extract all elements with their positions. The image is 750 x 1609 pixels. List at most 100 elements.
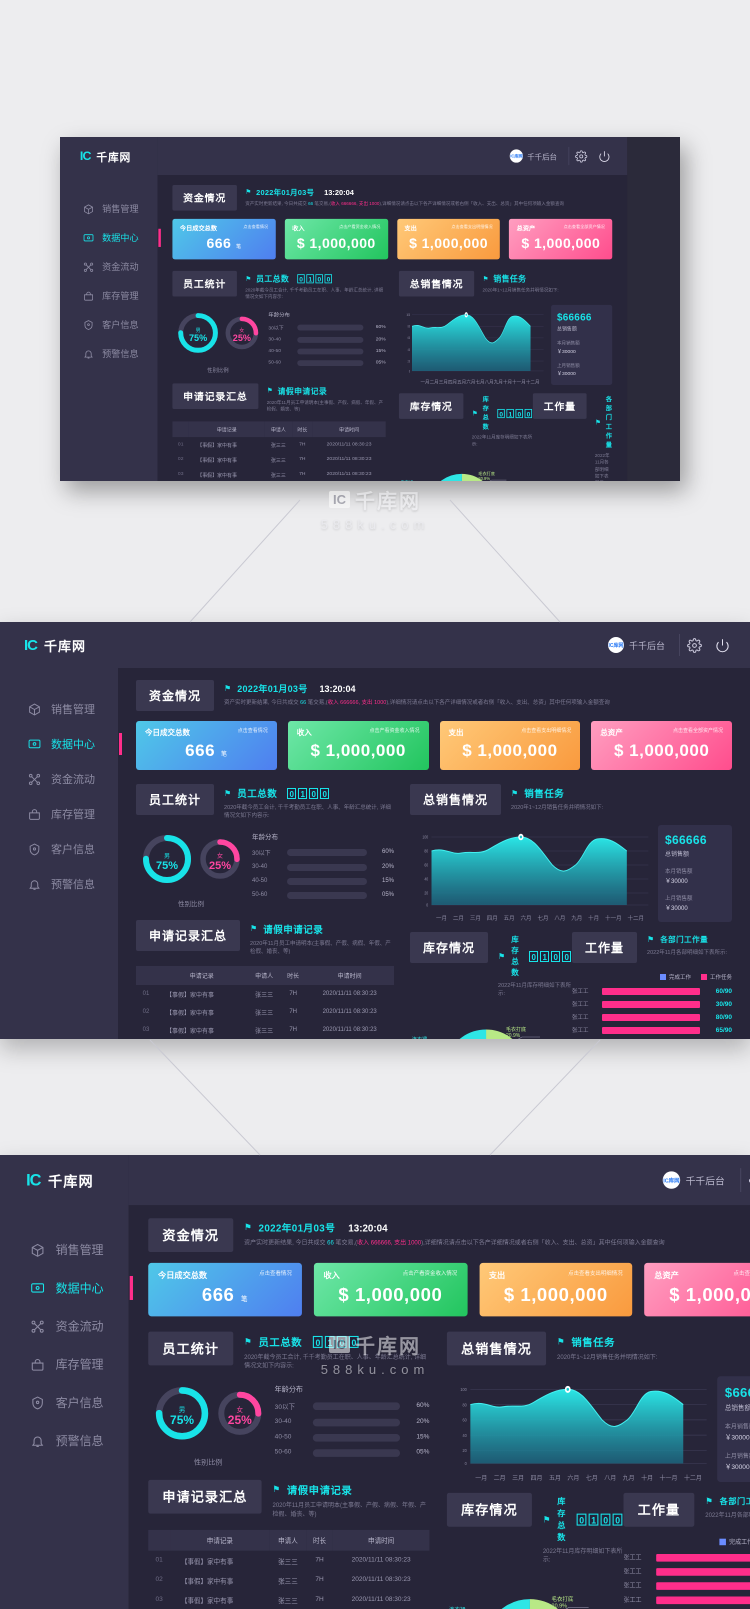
sidebar-item-sales[interactable]: 销售管理 <box>0 694 118 724</box>
sidebar-item-data-center[interactable]: 数据中心 <box>60 225 161 250</box>
flag-icon: ⚑ <box>244 1336 252 1347</box>
kpi-card-total-assets[interactable]: 总资产 点击查看全部资产情况 $ 1,000,000 <box>509 218 613 260</box>
sidebar-item-label: 资金流动 <box>55 1320 104 1334</box>
flag-icon: ⚑ <box>498 951 506 961</box>
kpi-card-income[interactable]: 收入 点击产看资金收入情况 $ 1,000,000 <box>287 721 429 770</box>
applications-table: 申请记录 申请人 时长 申请时间 01 【事假】家中有事 张三三 7H 2020/11/… <box>172 421 386 481</box>
bag-icon <box>83 290 94 301</box>
gender-pct: 25% <box>232 333 251 344</box>
kpi-card-today-deals[interactable]: 今日成交总数 点击查看情况 666 笔 <box>136 721 277 770</box>
sidebar-item-alert[interactable]: 预警信息 <box>60 341 158 366</box>
gender-donut-male: 男 75% <box>139 831 195 892</box>
flag-icon: ⚑ <box>557 1336 565 1347</box>
employee-total-digits: 0100 <box>313 1335 359 1348</box>
svg-text:20: 20 <box>463 1448 468 1453</box>
kpi-sublabel: 点击查看情况 <box>237 728 268 734</box>
age-percent: 60% <box>375 324 386 330</box>
kpi-card-expense[interactable]: 支出 点击查看支出明细情况 $ 1,000,000 <box>439 721 581 770</box>
user-chip[interactable]: IC库网 千千后台 <box>509 146 570 166</box>
last-month-sales: 上月销售额￥30000 <box>557 363 580 377</box>
gender-label: 男 <box>163 853 170 860</box>
employee-section-header: 员工统计 ⚑ 员工总数 0100 2020年截今员工合计, 千千考勤员工在职、人… <box>148 1331 429 1372</box>
table-col-record: 申请记录 <box>170 1529 270 1551</box>
gear-icon[interactable] <box>680 631 708 659</box>
age-track <box>287 877 367 885</box>
kpi-card-expense[interactable]: 支出 点击查看支出明细情况 $ 1,000,000 <box>479 1262 633 1317</box>
sales-chart-block: 100 80 60 40 20 0 一月 二月 三月 四月 五月 六月 七月 八月 <box>447 1376 750 1482</box>
network-icon <box>31 1319 45 1333</box>
funds-date: 2022年01月03号 <box>256 188 315 197</box>
main-area: IC库网 千千后台 资金情况 ⚑ 2022年01月03号 13:20:04 资产… <box>128 1155 750 1609</box>
sales-area-chart: 100 80 60 40 20 0 一月 二月 三月 四月 五月 六月 七月 八月 <box>447 1376 709 1482</box>
sidebar-item-alert[interactable]: 预警信息 <box>0 869 118 899</box>
sidebar-item-customer[interactable]: 客户信息 <box>0 834 118 864</box>
kpi-card-today-deals[interactable]: 今日成交总数 点击查看情况 666 笔 <box>148 1262 302 1317</box>
table-row[interactable]: 03 【事假】家中有事 张三三 7H 2020/11/11 08:30:23 <box>148 1590 429 1609</box>
table-row[interactable]: 03 【事假】家中有事 张三三 7H 2020/11/11 08:30:23 <box>136 1021 394 1039</box>
kpi-card-expense[interactable]: 支出 点击查看支出明细情况 $ 1,000,000 <box>396 218 501 260</box>
sidebar-item-data-center[interactable]: 数据中心 <box>0 729 122 759</box>
sidebar-item-sales[interactable]: 销售管理 <box>0 1233 129 1266</box>
donut-label-dress: 连衣裙19.6% <box>412 1037 427 1040</box>
employee-section-header: 员工统计 ⚑ 员工总数 0100 2020年截今员工合计, 千千考勤员工在职、人… <box>172 270 385 301</box>
applications-table: 申请记录 申请人 时长 申请时间 01 【事假】家中有事 张三三 7H 2020/11/… <box>148 1529 430 1609</box>
sidebar-item-fund-flow[interactable]: 资金流动 <box>0 1310 129 1343</box>
gear-icon[interactable] <box>569 144 592 167</box>
kpi-card-total-assets[interactable]: 总资产 点击查看全部资产情况 $ 1,000,000 <box>644 1262 750 1317</box>
donut-label-sweater: 毛衣打底 20.9% <box>506 1026 527 1040</box>
avatar: IC库网 <box>607 637 624 653</box>
table-row[interactable]: 02 【事假】家中有事 张三三 7H 2020/11/11 08:30:23 <box>148 1570 429 1590</box>
power-icon[interactable] <box>708 631 736 659</box>
sidebar-item-label: 资金流动 <box>51 774 95 786</box>
kpi-label: 支出 <box>404 224 417 233</box>
user-chip[interactable]: IC库网 千千后台 <box>662 1168 742 1193</box>
workload-section-header: 工作量 ⚑ 各部门工作量 2022年11月各部明细如下表所示: <box>532 393 613 481</box>
user-chip[interactable]: IC库网 千千后台 <box>607 634 680 656</box>
kpi-card-today-deals[interactable]: 今日成交总数 点击查看情况 666 笔 <box>172 218 276 260</box>
sidebar-item-label: 销售管理 <box>55 1244 104 1258</box>
table-row[interactable]: 01 【事假】家中有事 张三三 7H 2020/11/11 08:30:23 <box>136 985 394 1003</box>
bag-icon <box>31 1357 45 1371</box>
kpi-card-income[interactable]: 收入 点击产看资金收入情况 $ 1,000,000 <box>284 218 388 260</box>
flag-icon: ⚑ <box>244 1222 252 1233</box>
employee-total-title: 员工总数 <box>258 1337 303 1350</box>
table-col-record: 申请记录 <box>156 966 248 985</box>
employee-total-title: 员工总数 <box>237 789 278 800</box>
age-track <box>297 359 364 366</box>
last-month-sales: 上月销售额￥30000 <box>665 896 693 912</box>
table-row[interactable]: 01 【事假】家中有事 张三三 7H 2020/11/11 08:30:23 <box>148 1551 429 1571</box>
table-row[interactable]: 02 【事假】家中有事 张三三 7H 2020/11/11 08:30:23 <box>172 452 385 467</box>
sidebar-item-data-center[interactable]: 数据中心 <box>0 1272 133 1305</box>
table-row[interactable]: 03 【事假】家中有事 张三三 7H 2020/11/11 08:30:23 <box>172 467 385 481</box>
svg-text:80: 80 <box>463 1402 468 1407</box>
svg-text:0: 0 <box>426 903 428 907</box>
sidebar-item-inventory[interactable]: 库存管理 <box>60 283 158 308</box>
funds-section-header: 资金情况 ⚑ 2022年01月03号 13:20:04 资产实时更新结果, 今日… <box>172 184 612 211</box>
inventory-title: 库存总数 <box>482 395 490 431</box>
gear-icon[interactable] <box>741 1165 750 1196</box>
funds-date: 2022年01月03号 <box>237 684 308 694</box>
table-row[interactable]: 01 【事假】家中有事 张三三 7H 2020/11/11 08:30:23 <box>172 437 385 452</box>
kpi-sublabel: 点击查看支出明细情况 <box>521 728 572 734</box>
power-icon[interactable] <box>593 144 616 167</box>
sidebar-item-inventory[interactable]: 库存管理 <box>0 799 118 829</box>
sidebar-item-inventory[interactable]: 库存管理 <box>0 1348 129 1381</box>
gender-pct: 75% <box>188 333 208 344</box>
employee-charts: 男 75% 女 25% 性别比例 年龄分布 30以下 60% 30-40 20%… <box>148 1382 429 1466</box>
applications-description: 2020年11月员工申请明本(主事假、产假、病假、年假、产检假、婚丧、等) <box>250 940 391 955</box>
kpi-card-total-assets[interactable]: 总资产 点击查看全部资产情况 $ 1,000,000 <box>591 721 732 770</box>
sidebar-item-fund-flow[interactable]: 资金流动 <box>0 764 118 794</box>
sidebar-item-customer[interactable]: 客户信息 <box>0 1386 129 1419</box>
kpi-value: $ 1,000,000 <box>409 235 488 252</box>
table-row[interactable]: 02 【事假】家中有事 张三三 7H 2020/11/11 08:30:23 <box>136 1003 394 1021</box>
sidebar-item-alert[interactable]: 预警信息 <box>0 1424 129 1457</box>
sidebar-item-sales[interactable]: 销售管理 <box>60 197 158 222</box>
workload-row: 张工工80/90 <box>623 1581 750 1590</box>
gender-pct: 25% <box>208 859 232 872</box>
employee-total-digits: 0100 <box>297 273 333 283</box>
sidebar-item-customer[interactable]: 客户信息 <box>60 312 158 337</box>
age-percent: 20% <box>416 1418 430 1426</box>
kpi-card-income[interactable]: 收入 点击产看资金收入情况 $ 1,000,000 <box>313 1262 468 1317</box>
age-percent: 05% <box>416 1449 430 1456</box>
sidebar-item-fund-flow[interactable]: 资金流动 <box>60 254 158 279</box>
